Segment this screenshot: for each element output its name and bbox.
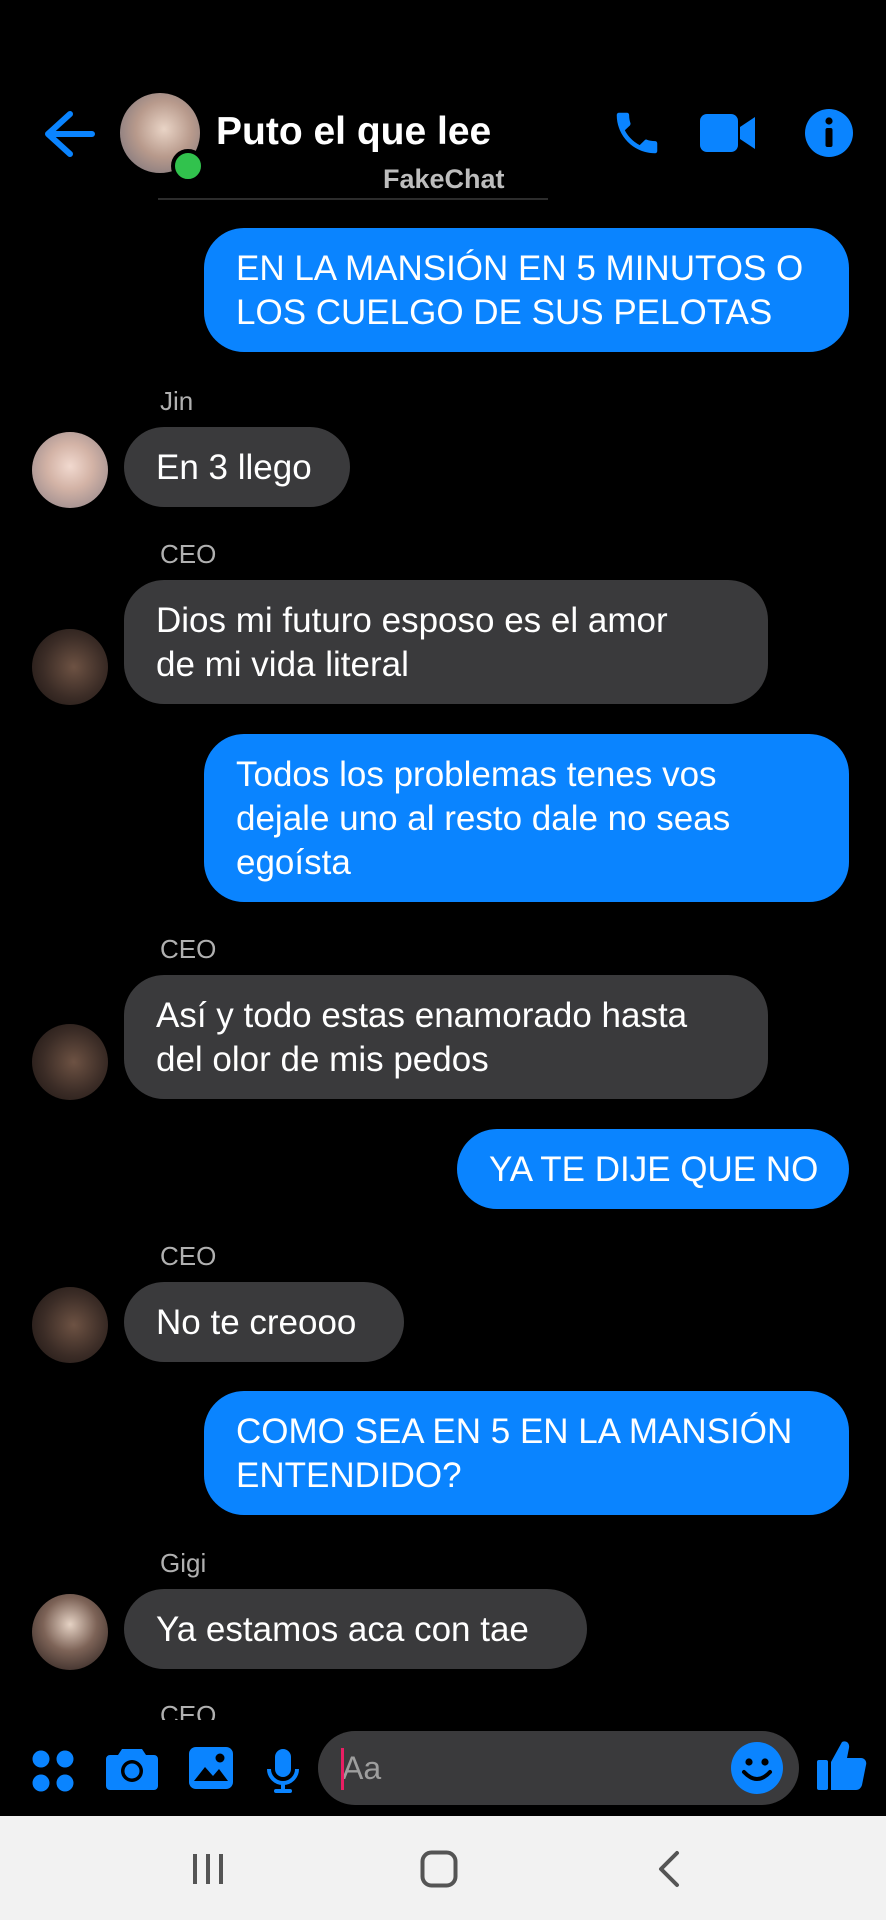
outgoing-message-bubble[interactable]: EN LA MANSIÓN EN 5 MINUTOS O LOS CUELGO … [204, 228, 849, 352]
sender-name: Gigi [160, 1548, 207, 1578]
sender-name: CEO [160, 539, 217, 569]
message-text-line: del olor de mis pedos [156, 1040, 489, 1079]
message-text-line: Ya estamos aca con tae [156, 1610, 529, 1649]
recent-apps-icon[interactable] [190, 1852, 226, 1886]
outgoing-message-bubble[interactable]: Todos los problemas tenes vos dejale uno… [204, 734, 849, 902]
video-camera-icon[interactable] [698, 110, 758, 156]
watermark-label: FakeChat [383, 164, 505, 194]
sender-avatar[interactable] [32, 1287, 108, 1363]
sender-name: Jin [160, 386, 194, 416]
message-text-line: Dios mi futuro esposo es el amor [156, 601, 668, 640]
message-text-line: EN LA MANSIÓN EN 5 MINUTOS O [236, 249, 804, 288]
microphone-icon[interactable] [266, 1748, 300, 1794]
home-icon[interactable] [420, 1850, 458, 1888]
emoji-icon[interactable] [730, 1741, 784, 1795]
incoming-message-bubble[interactable]: En 3 llego [124, 427, 350, 507]
chat-header: Puto el que lee FakeChat [0, 0, 886, 200]
text-cursor [341, 1748, 344, 1790]
camera-icon[interactable] [106, 1746, 158, 1790]
apps-grid-icon[interactable] [30, 1748, 76, 1794]
sender-avatar[interactable] [32, 432, 108, 508]
back-chevron-icon[interactable] [656, 1850, 682, 1888]
message-text-line: No te creooo [156, 1303, 357, 1342]
chat-title[interactable]: Puto el que lee [216, 110, 491, 154]
outgoing-message-bubble[interactable]: YA TE DIJE QUE NO [457, 1129, 849, 1209]
outgoing-message-bubble[interactable]: COMO SEA EN 5 EN LA MANSIÓN ENTENDIDO? [204, 1391, 849, 1515]
back-arrow-icon[interactable] [40, 108, 96, 160]
incoming-message-bubble[interactable]: Así y todo estas enamorado hasta del olo… [124, 975, 768, 1099]
message-text-line: YA TE DIJE QUE NO [489, 1150, 819, 1189]
incoming-message-bubble[interactable]: Dios mi futuro esposo es el amor de mi v… [124, 580, 768, 704]
sender-name: CEO [160, 1241, 217, 1271]
sender-avatar[interactable] [32, 1594, 108, 1670]
message-text-line: LOS CUELGO DE SUS PELOTAS [236, 293, 773, 332]
info-icon[interactable] [804, 108, 854, 158]
message-text-line: COMO SEA EN 5 EN LA MANSIÓN [236, 1412, 793, 1451]
sender-name: CEO [160, 1700, 217, 1720]
online-status-indicator [171, 149, 205, 183]
message-text-line: En 3 llego [156, 448, 312, 487]
message-text-line: egoísta [236, 843, 351, 882]
phone-icon[interactable] [610, 106, 664, 160]
message-text-line: ENTENDIDO? [236, 1456, 462, 1495]
message-text-line: Todos los problemas tenes vos [236, 755, 717, 794]
message-composer [0, 1720, 886, 1816]
incoming-message-bubble[interactable]: No te creooo [124, 1282, 404, 1362]
thumbs-up-icon[interactable] [816, 1738, 868, 1792]
message-thread[interactable]: EN LA MANSIÓN EN 5 MINUTOS O LOS CUELGO … [0, 200, 886, 1720]
message-input[interactable] [318, 1731, 799, 1805]
sender-name: CEO [160, 934, 217, 964]
message-text-line: Así y todo estas enamorado hasta [156, 996, 688, 1035]
message-text-line: de mi vida literal [156, 645, 409, 684]
sender-avatar[interactable] [32, 1024, 108, 1100]
message-text-line: dejale uno al resto dale no seas [236, 799, 731, 838]
system-navigation-bar [0, 1816, 886, 1920]
incoming-message-bubble[interactable]: Ya estamos aca con tae [124, 1589, 587, 1669]
sender-avatar[interactable] [32, 629, 108, 705]
image-icon[interactable] [188, 1746, 234, 1790]
